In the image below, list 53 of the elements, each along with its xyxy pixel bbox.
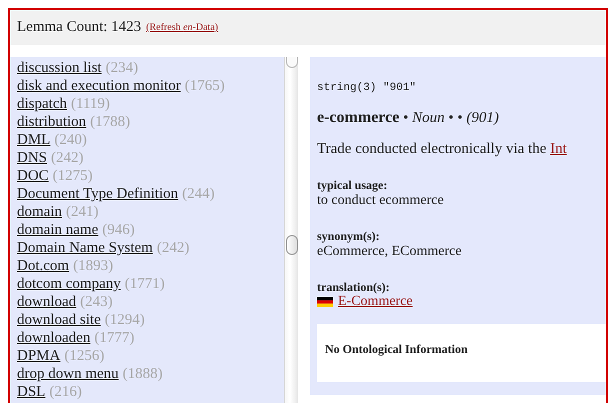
entry-heading: e-commerce • Noun • • (901) — [317, 110, 499, 126]
lemma-count: (1771) — [124, 275, 165, 293]
lemma-count: (1256) — [64, 347, 104, 365]
refresh-link[interactable]: (Refresh en-Data) — [146, 22, 218, 33]
section-value: eCommerce, ECommerce — [317, 243, 462, 260]
lemma-link[interactable]: DPMA — [17, 347, 60, 365]
lemma-count: (234) — [106, 59, 138, 77]
section-label: typical usage: — [317, 178, 388, 192]
lemma-link[interactable]: download site — [17, 311, 101, 329]
section-label: synonym(s): — [317, 229, 380, 243]
section-label: translation(s): — [317, 280, 390, 294]
lemma-link[interactable]: DOC — [17, 167, 49, 185]
lemma-count: (1119) — [71, 95, 110, 113]
lemma-link[interactable]: Dot.com — [17, 257, 70, 275]
section-value: to conduct ecommerce — [317, 192, 444, 209]
lemma-link[interactable]: disk and execution monitor — [17, 77, 181, 95]
scrollbar[interactable] — [284, 57, 298, 403]
lemma-count: (1777) — [94, 329, 134, 347]
lemma-link[interactable]: discussion list — [17, 59, 102, 77]
lemma-count: (1788) — [90, 113, 130, 131]
lemma-link[interactable]: DSL — [17, 383, 46, 401]
lemma-link[interactable]: dispatch — [17, 95, 67, 113]
lemma-count: (1765) — [184, 77, 225, 95]
lemma-count: Lemma Count: 1423 — [17, 19, 142, 36]
lemma-count: (240) — [54, 131, 87, 149]
translation-link[interactable]: E-Commerce — [338, 294, 413, 310]
lemma-link[interactable]: downloaden — [17, 329, 90, 347]
flag-icon — [317, 297, 333, 307]
definition-text: Trade conducted electronically via the Int — [317, 141, 567, 158]
lemma-count: (244) — [182, 185, 215, 203]
lemma-count: (1275) — [52, 167, 93, 185]
lemma-count: (1888) — [122, 365, 163, 383]
lemma-link[interactable]: domain name — [17, 221, 98, 239]
lemma-count: (242) — [51, 149, 84, 167]
lemma-link[interactable]: DML — [17, 131, 50, 149]
lemma-count: (242) — [156, 239, 190, 257]
lemma-link[interactable]: dotcom company — [17, 275, 121, 293]
lemma-count: (241) — [66, 203, 98, 221]
lemma-link[interactable]: drop down menu — [17, 365, 119, 383]
lemma-link[interactable]: DNS — [17, 149, 48, 167]
debug-output: string(3) "901" — [317, 82, 416, 94]
lemma-link[interactable]: distribution — [17, 113, 86, 131]
lemma-count: (946) — [102, 221, 135, 239]
lemma-link[interactable]: Domain Name System — [17, 239, 153, 257]
lemma-link[interactable]: download — [17, 293, 76, 311]
lemma-link[interactable]: Document Type Definition — [17, 185, 178, 203]
lemma-count: (1294) — [104, 311, 145, 329]
ontology-text: No Ontological Information — [325, 342, 468, 356]
lemma-link[interactable]: domain — [17, 203, 62, 221]
lemma-count: (243) — [80, 293, 113, 311]
lemma-count: (1893) — [73, 257, 114, 275]
definition-link[interactable]: Int — [550, 141, 567, 157]
lemma-count: (216) — [49, 383, 82, 401]
